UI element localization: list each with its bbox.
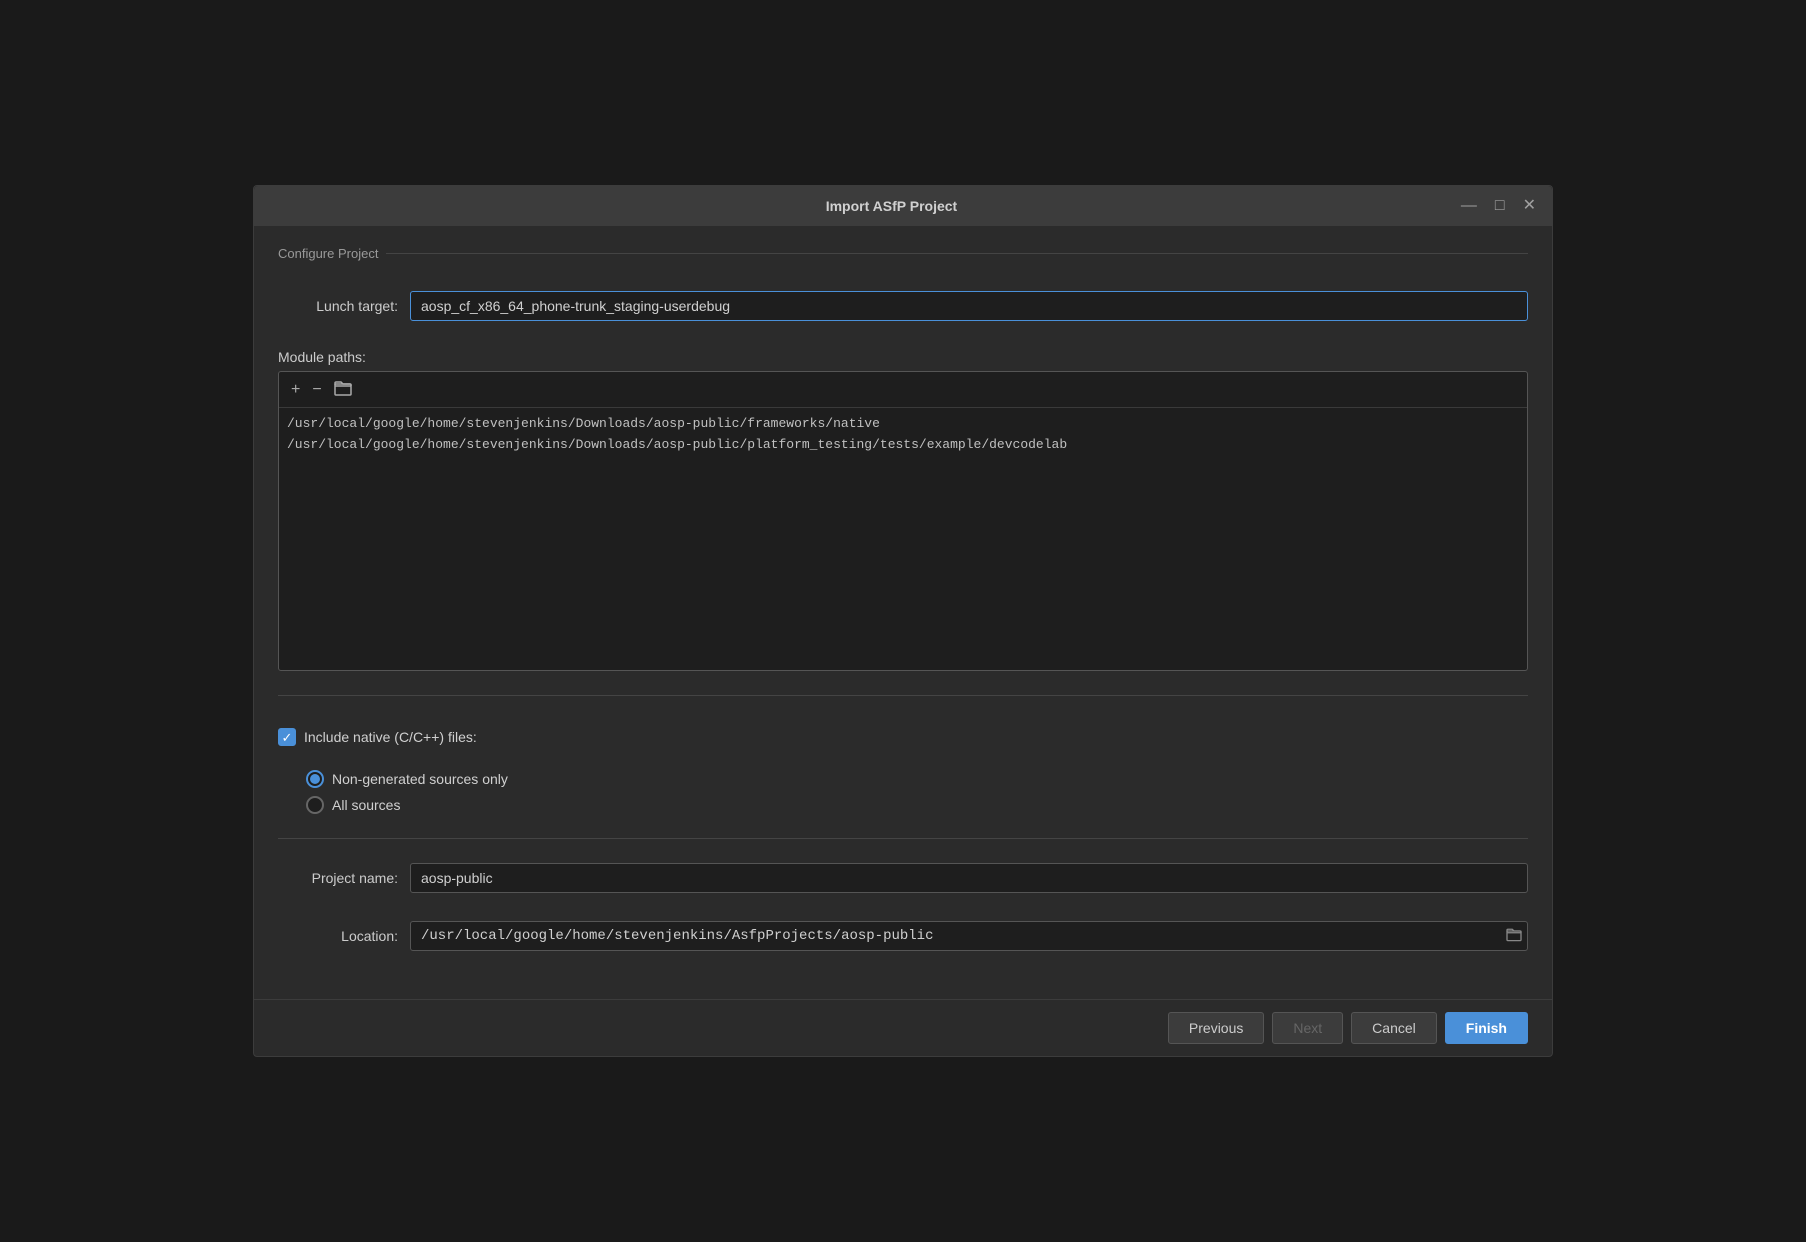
project-name-input[interactable]	[410, 863, 1528, 893]
section-label: Configure Project	[278, 246, 378, 261]
include-native-checkbox[interactable]: ✓	[278, 728, 296, 746]
maximize-button[interactable]: □	[1491, 196, 1509, 216]
list-item: /usr/local/google/home/stevenjenkins/Dow…	[287, 435, 1519, 454]
radio-row-nongenerared: Non-generated sources only	[306, 770, 1528, 788]
include-native-label: Include native (C/C++) files:	[304, 729, 477, 745]
previous-button[interactable]: Previous	[1168, 1012, 1264, 1044]
lunch-target-label: Lunch target:	[278, 298, 398, 314]
divider	[278, 695, 1528, 696]
location-row: Location:	[278, 921, 1528, 951]
module-paths-toolbar: + −	[279, 372, 1527, 408]
module-paths-section: Module paths: + − /usr/local/google/home…	[278, 349, 1528, 671]
section-header: Configure Project	[278, 246, 1528, 261]
include-native-row: ✓ Include native (C/C++) files:	[278, 728, 1528, 746]
module-paths-list: /usr/local/google/home/stevenjenkins/Dow…	[279, 408, 1527, 670]
import-dialog: Import ASfP Project — □ ✕ Configure Proj…	[253, 185, 1553, 1057]
lunch-target-input[interactable]	[410, 291, 1528, 321]
dialog-title: Import ASfP Project	[326, 198, 1457, 214]
title-bar: Import ASfP Project — □ ✕	[254, 186, 1552, 226]
radio-non-generated[interactable]	[306, 770, 324, 788]
radio-non-generated-label: Non-generated sources only	[332, 771, 508, 787]
window-controls: — □ ✕	[1457, 196, 1540, 216]
browse-path-button[interactable]	[330, 378, 356, 401]
project-name-label: Project name:	[278, 870, 398, 886]
module-paths-label: Module paths:	[278, 349, 1528, 365]
location-input-wrapper	[410, 921, 1528, 951]
module-paths-box: + − /usr/local/google/home/stevenjenkins…	[278, 371, 1528, 671]
radio-all-sources-label: All sources	[332, 797, 400, 813]
checkmark-icon: ✓	[282, 731, 293, 744]
dialog-footer: Previous Next Cancel Finish	[254, 999, 1552, 1056]
section-divider	[386, 253, 1528, 254]
next-button: Next	[1272, 1012, 1343, 1044]
minimize-button[interactable]: —	[1457, 196, 1481, 216]
lunch-target-row: Lunch target:	[278, 291, 1528, 321]
list-item: /usr/local/google/home/stevenjenkins/Dow…	[287, 414, 1519, 433]
location-label: Location:	[278, 928, 398, 944]
dialog-content: Configure Project Lunch target: Module p…	[254, 226, 1552, 999]
divider-2	[278, 838, 1528, 839]
close-button[interactable]: ✕	[1519, 196, 1540, 216]
cancel-button[interactable]: Cancel	[1351, 1012, 1437, 1044]
remove-path-button[interactable]: −	[308, 380, 325, 400]
project-name-row: Project name:	[278, 863, 1528, 893]
location-input[interactable]	[410, 921, 1528, 951]
radio-row-all: All sources	[306, 796, 1528, 814]
add-path-button[interactable]: +	[287, 380, 304, 400]
finish-button[interactable]: Finish	[1445, 1012, 1528, 1044]
radio-all-sources[interactable]	[306, 796, 324, 814]
location-browse-button[interactable]	[1506, 928, 1522, 945]
source-options-group: Non-generated sources only All sources	[306, 770, 1528, 814]
